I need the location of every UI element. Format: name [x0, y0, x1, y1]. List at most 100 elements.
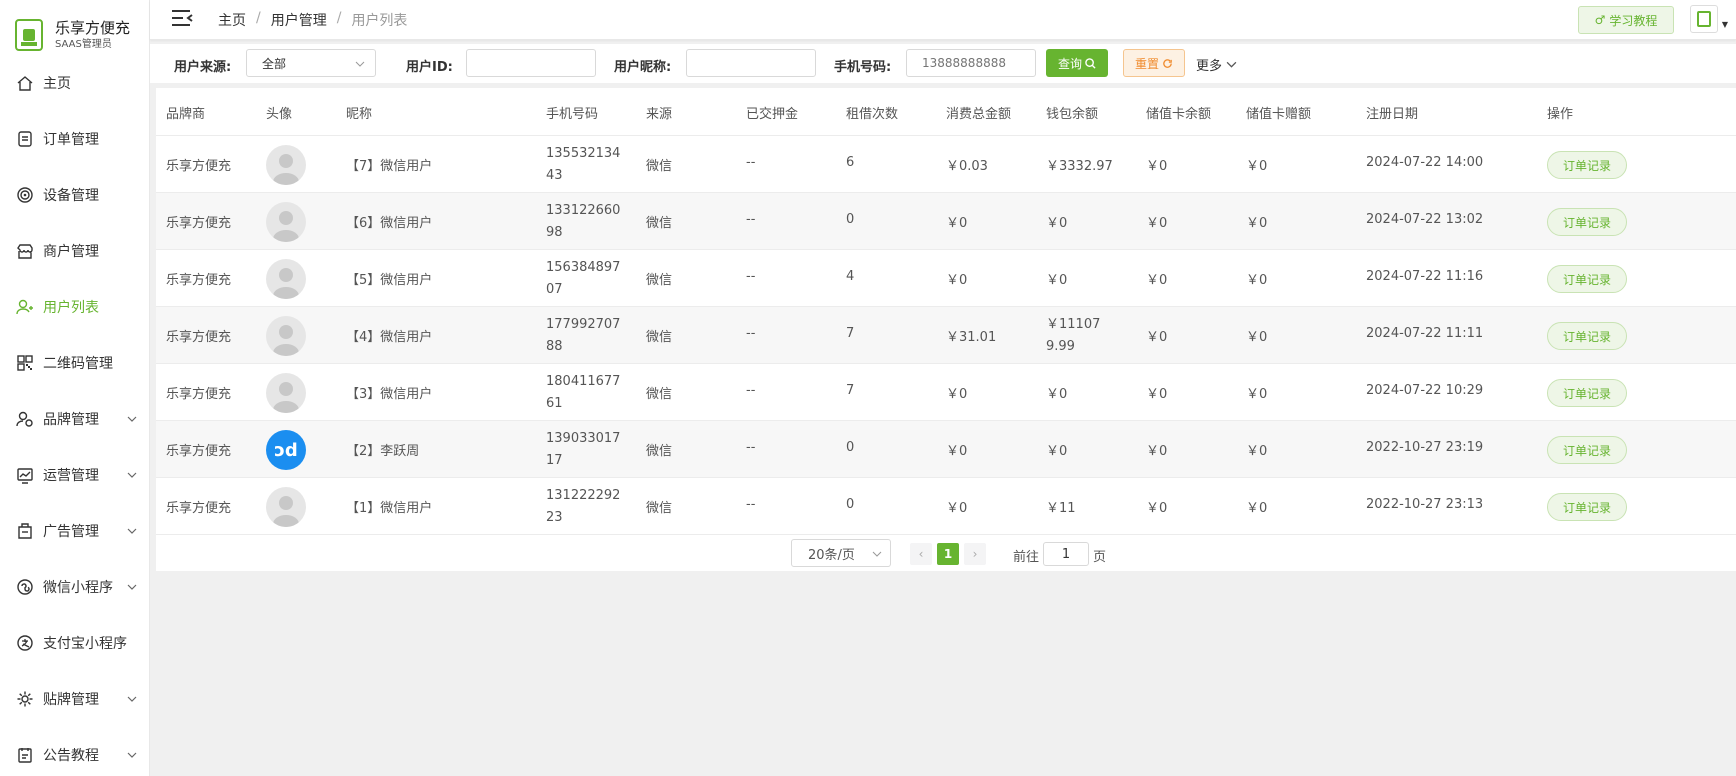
sidebar-item-9[interactable]: 微信小程序 — [0, 567, 150, 607]
sidebar-item-1[interactable]: 订单管理 — [0, 119, 150, 159]
more-button[interactable]: 更多 — [1196, 55, 1237, 74]
male-icon: ♂ — [1594, 13, 1606, 27]
phone-cell: 17799270788 — [546, 317, 621, 354]
query-button[interactable]: 查询 — [1046, 49, 1108, 77]
card-balance-cell: ￥0 — [1146, 387, 1168, 402]
search-icon — [1085, 57, 1096, 69]
notice-icon — [15, 745, 35, 765]
wallet-cell: ￥0 — [1046, 444, 1068, 459]
default-avatar-icon — [266, 487, 306, 527]
brand-cell: 乐享方便充 — [166, 330, 232, 345]
rent-count-cell: 4 — [846, 269, 855, 284]
brand-logo — [15, 19, 43, 51]
nickname-input-box[interactable] — [686, 49, 816, 77]
sidebar-item-0[interactable]: 主页 — [0, 63, 150, 103]
sidebar-item-10[interactable]: 支付宝小程序 — [0, 623, 150, 663]
phone-input[interactable] — [922, 56, 1020, 70]
qrcode-icon — [15, 353, 35, 373]
column-header: 头像 — [266, 107, 293, 122]
caret-down-icon[interactable]: ▼ — [1722, 20, 1728, 29]
source-cell: 微信 — [646, 501, 673, 516]
reg-date-cell: 2024-07-22 11:11 — [1366, 326, 1484, 341]
brand-icon — [15, 409, 35, 429]
order-record-button[interactable]: 订单记录 — [1547, 436, 1627, 464]
order-record-button[interactable]: 订单记录 — [1547, 322, 1627, 350]
order-icon — [15, 129, 35, 149]
goto-page-input[interactable] — [1043, 542, 1089, 566]
sidebar-item-label: 支付宝小程序 — [43, 636, 127, 652]
card-bonus-cell: ￥0 — [1246, 273, 1268, 288]
page-number[interactable]: 1 — [937, 543, 959, 565]
source-cell: 微信 — [646, 330, 673, 345]
page-size-select[interactable]: 20条/页 — [791, 539, 891, 567]
rent-count-cell: 7 — [846, 383, 855, 398]
brand-cell: 乐享方便充 — [166, 159, 232, 174]
chevron-down-icon — [127, 584, 137, 590]
wallet-cell: ￥0 — [1046, 273, 1068, 288]
order-record-button[interactable]: 订单记录 — [1547, 151, 1627, 179]
source-cell: 微信 — [646, 273, 673, 288]
sidebar-item-2[interactable]: 设备管理 — [0, 175, 150, 215]
nickname-label: 用户昵称: — [614, 60, 672, 75]
chevron-down-icon — [1226, 61, 1237, 68]
card-balance-cell: ￥0 — [1146, 330, 1168, 345]
sidebar-item-label: 品牌管理 — [43, 412, 99, 428]
more-label: 更多 — [1196, 59, 1223, 74]
tutorial-button[interactable]: ♂ 学习教程 — [1578, 6, 1674, 34]
phone-cell: 13312266098 — [546, 203, 621, 240]
alipay-icon — [15, 633, 35, 653]
phone-input-box[interactable] — [906, 49, 1036, 77]
card-balance-cell: ￥0 — [1146, 273, 1168, 288]
default-avatar-icon — [266, 259, 306, 299]
total-spent-cell: ￥31.01 — [946, 330, 997, 345]
prev-page-button[interactable]: ‹ — [910, 543, 932, 565]
sidebar: 乐享方便充 SAAS管理员 主页 订单管理 设备管理 商户管理 用户列表 二维码管理 品牌管… — [0, 0, 150, 776]
reset-button[interactable]: 重置 — [1123, 49, 1185, 77]
gear-icon — [15, 689, 35, 709]
sidebar-item-8[interactable]: 广告管理 — [0, 511, 150, 551]
sidebar-item-7[interactable]: 运营管理 — [0, 455, 150, 495]
table-row: 乐享方便充 【4】微信用户 17799270788 微信 -- 7 ￥31.01 ￥11107… — [156, 307, 1736, 364]
sidebar-item-label: 商户管理 — [43, 244, 99, 260]
wallet-cell: ￥11 — [1046, 501, 1076, 516]
source-cell: 微信 — [646, 159, 673, 174]
query-label: 查询 — [1057, 56, 1082, 71]
menu-toggle-icon[interactable] — [170, 7, 194, 31]
sidebar-item-3[interactable]: 商户管理 — [0, 231, 150, 271]
order-record-button[interactable]: 订单记录 — [1547, 208, 1627, 236]
sidebar-item-11[interactable]: 贴牌管理 — [0, 679, 150, 719]
breadcrumb-user-mgmt[interactable]: 用户管理 — [271, 10, 327, 30]
user-id-input-box[interactable] — [466, 49, 596, 77]
wallet-cell: ￥0 — [1046, 216, 1068, 231]
sidebar-item-12[interactable]: 公告教程 — [0, 735, 150, 775]
user-id-input[interactable] — [482, 56, 580, 70]
table-header: 品牌商 头像 昵称 手机号码 来源 已交押金 租借次数 消费总金额 钱包余额 储值卡余额 储值卡赠额… — [156, 88, 1736, 136]
card-bonus-cell: ￥0 — [1246, 444, 1268, 459]
order-record-button[interactable]: 订单记录 — [1547, 493, 1627, 521]
next-page-button[interactable]: › — [964, 543, 986, 565]
user-table: 品牌商 头像 昵称 手机号码 来源 已交押金 租借次数 消费总金额 钱包余额 储值卡余额 储值卡赠额… — [156, 88, 1736, 571]
sidebar-item-label: 贴牌管理 — [43, 692, 99, 708]
user-avatar[interactable] — [1690, 5, 1718, 33]
wallet-cell: ￥3332.97 — [1046, 159, 1113, 174]
nickname-input[interactable] — [702, 56, 800, 70]
reset-label: 重置 — [1134, 56, 1159, 71]
home-icon — [15, 73, 35, 93]
wechat-icon — [15, 577, 35, 597]
breadcrumb-home[interactable]: 主页 — [218, 10, 246, 30]
phone-cell: 13122229223 — [546, 488, 621, 525]
order-record-button[interactable]: 订单记录 — [1547, 265, 1627, 293]
chevron-down-icon — [127, 528, 137, 534]
rent-count-cell: 7 — [846, 326, 855, 341]
source-select[interactable]: 全部 — [246, 49, 376, 77]
sidebar-item-6[interactable]: 品牌管理 — [0, 399, 150, 439]
sidebar-item-5[interactable]: 二维码管理 — [0, 343, 150, 383]
column-header: 手机号码 — [546, 107, 599, 122]
sidebar-item-4[interactable]: 用户列表 — [0, 287, 150, 327]
column-header: 注册日期 — [1366, 107, 1419, 122]
breadcrumb-current: 用户列表 — [351, 13, 408, 29]
phone-label: 手机号码: — [834, 60, 892, 75]
chart-icon — [15, 465, 35, 485]
order-record-button[interactable]: 订单记录 — [1547, 379, 1627, 407]
total-spent-cell: ￥0.03 — [946, 159, 988, 174]
